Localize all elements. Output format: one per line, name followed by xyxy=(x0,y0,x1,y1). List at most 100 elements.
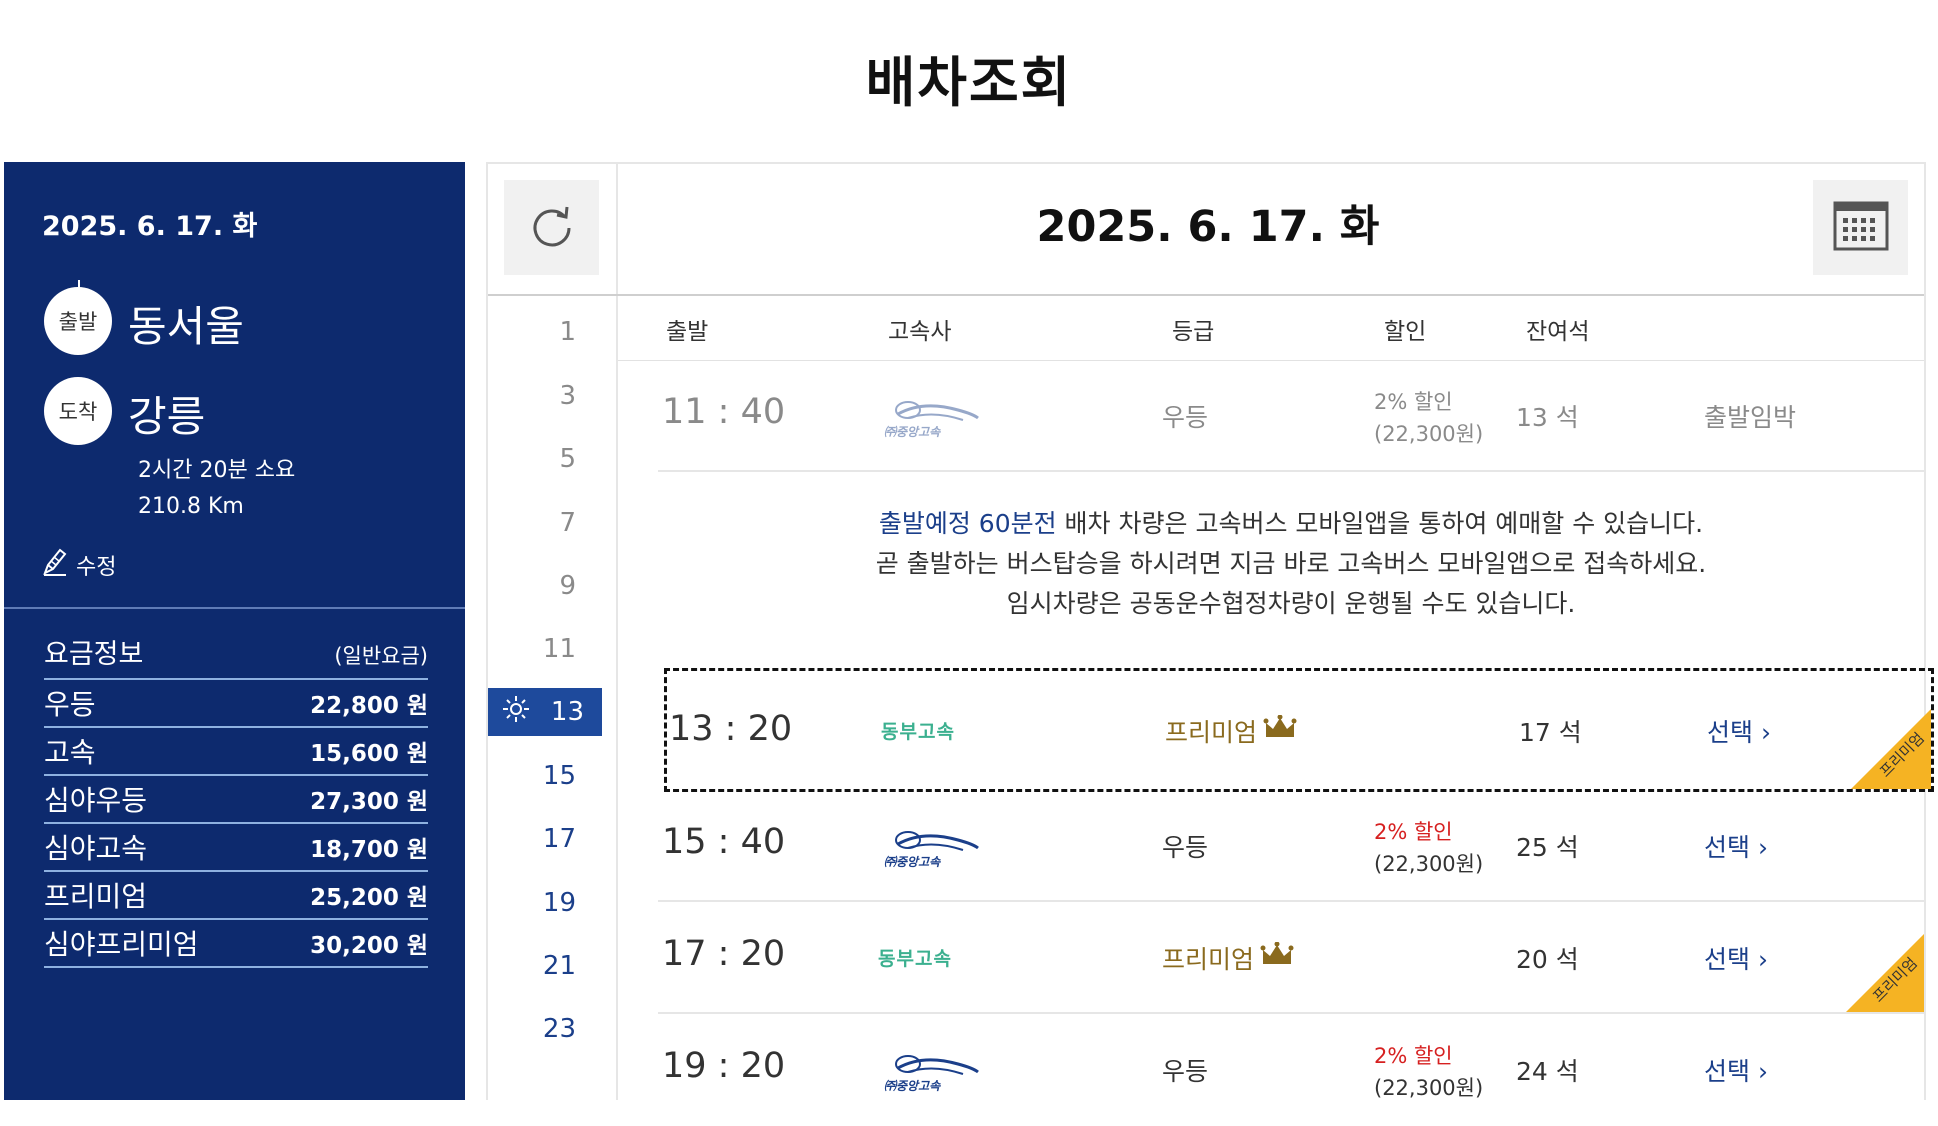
remaining-seats: 20 석 xyxy=(1516,945,1579,974)
schedule-row[interactable]: 19 : 20 ㈜중앙고속 우등 2% 할인 (22,300원) 24 석 선택… xyxy=(658,1016,1924,1126)
hour-item[interactable]: 23 xyxy=(488,1005,602,1053)
select-label: 선택 xyxy=(1704,945,1751,974)
hour-item[interactable]: 9 xyxy=(488,562,602,610)
hour-item[interactable]: 1 xyxy=(488,308,602,356)
schedule-row[interactable]: 17 : 20 동부고속 프리미엄 20 석 선택 › 프리미엄 xyxy=(658,904,1924,1014)
chevron-right-icon: › xyxy=(1760,718,1771,747)
route-summary-panel: 2025. 6. 17. 화 출발 동서울 도착 강릉 2시간 20분 소요 2… xyxy=(4,162,465,1100)
row-divider xyxy=(658,900,1924,902)
remaining-seats: 17 석 xyxy=(1519,718,1582,747)
fare-name: 심야프리미엄 xyxy=(44,928,199,961)
discount-percent: 2% 할인 xyxy=(1374,1044,1453,1068)
company-logo-dongbu: 동부고속 xyxy=(881,717,955,744)
hour-item[interactable]: 19 xyxy=(488,879,602,927)
company-logo-jungang: ㈜중앙고속 xyxy=(878,826,990,876)
fare-name: 심야고속 xyxy=(44,832,148,865)
fare-title: 요금정보 xyxy=(44,639,144,670)
column-grade: 등급 xyxy=(1172,319,1215,345)
hour-item[interactable]: 11 xyxy=(488,625,602,673)
fare-price: 27,300 원 xyxy=(310,789,428,815)
hour-item[interactable]: 15 xyxy=(488,752,602,800)
svg-text:㈜중앙고속: ㈜중앙고속 xyxy=(884,855,941,869)
fare-name: 우등 xyxy=(44,688,96,721)
column-company: 고속사 xyxy=(888,319,952,345)
fare-row: 우등 22,800 원 xyxy=(44,678,428,726)
fare-subtitle: (일반요금) xyxy=(334,644,428,668)
schedule-row-focused[interactable]: 13 : 20 동부고속 프리미엄 17 석 선택 › 프리미엄 xyxy=(664,668,1934,792)
calendar-button[interactable] xyxy=(1813,180,1908,275)
notice-highlight: 출발예정 60분전 xyxy=(878,509,1057,538)
discount-amount: (22,300원) xyxy=(1374,852,1484,876)
departure-time: 17 : 20 xyxy=(662,934,786,974)
departure-time: 13 : 20 xyxy=(669,709,793,749)
departure-time: 11 : 40 xyxy=(662,392,786,432)
trip-distance: 210.8 Km xyxy=(138,494,244,519)
calendar-icon xyxy=(1833,201,1889,255)
discount-info: 2% 할인 (22,300원) xyxy=(1374,816,1483,880)
hour-item[interactable]: 7 xyxy=(488,499,602,547)
panel-divider xyxy=(4,607,465,609)
select-label: 선택 xyxy=(1704,1057,1751,1086)
edit-route-button[interactable]: 수정 xyxy=(42,547,116,583)
refresh-button[interactable] xyxy=(504,180,599,275)
fare-name: 프리미엄 xyxy=(44,880,148,913)
premium-ribbon: 프리미엄 xyxy=(1844,934,1924,1014)
edit-label: 수정 xyxy=(76,555,117,580)
fare-name: 심야우등 xyxy=(44,784,148,817)
select-button[interactable]: 선택 › xyxy=(1704,940,1768,976)
hour-label: 13 xyxy=(550,697,584,727)
fare-header: 요금정보 (일반요금) xyxy=(44,632,428,671)
schedule-row: 11 : 40 ㈜중앙고속 우등 2% 할인 (22,300원) 13 석 출발… xyxy=(658,362,1924,472)
departure-time: 15 : 40 xyxy=(662,822,786,862)
column-departure: 출발 xyxy=(666,319,709,345)
edit-icon xyxy=(42,547,68,583)
hour-item[interactable]: 21 xyxy=(488,942,602,990)
grade-label: 프리미엄 xyxy=(1165,718,1258,747)
hour-item-selected[interactable]: 13 xyxy=(488,688,602,736)
schedule-row[interactable]: 15 : 40 ㈜중앙고속 우등 2% 할인 (22,300원) 25 석 선택… xyxy=(658,792,1924,902)
fare-row: 고속 15,600 원 xyxy=(44,726,428,774)
fare-price: 18,700 원 xyxy=(310,837,428,863)
hour-item[interactable]: 17 xyxy=(488,815,602,863)
schedule-date: 2025. 6. 17. 화 xyxy=(1036,202,1380,252)
fare-table: 우등 22,800 원 고속 15,600 원 심야우등 27,300 원 심야고속 1… xyxy=(44,678,428,968)
bus-grade: 우등 xyxy=(1162,1057,1209,1086)
departure-imminent-status: 출발임박 xyxy=(1704,403,1797,432)
fare-price: 25,200 원 xyxy=(310,885,428,911)
discount-amount: (22,300원) xyxy=(1374,1076,1484,1100)
fare-row: 프리미엄 25,200 원 xyxy=(44,870,428,918)
trip-duration: 2시간 20분 소요 xyxy=(138,458,296,483)
row-divider xyxy=(658,470,1924,472)
hour-item[interactable]: 3 xyxy=(488,372,602,420)
summary-date: 2025. 6. 17. 화 xyxy=(42,211,258,242)
column-header-divider xyxy=(618,360,1924,361)
notice-line-1-rest: 배차 차량은 고속버스 모바일앱을 통하여 예매할 수 있습니다. xyxy=(1056,509,1704,538)
discount-amount: (22,300원) xyxy=(1374,422,1484,446)
bus-grade: 프리미엄 xyxy=(1162,940,1294,976)
select-button[interactable]: 선택 › xyxy=(1704,828,1768,864)
select-label: 선택 xyxy=(1707,718,1754,747)
company-name: 동부고속 xyxy=(881,721,955,743)
company-logo-dongbu: 동부고속 xyxy=(878,944,952,971)
fare-name: 고속 xyxy=(44,736,96,769)
company-logo-jungang: ㈜중앙고속 xyxy=(878,396,990,446)
notice-line-1: 출발예정 60분전 배차 차량은 고속버스 모바일앱을 통하여 예매할 수 있습… xyxy=(658,504,1924,544)
discount-percent: 2% 할인 xyxy=(1374,820,1453,844)
fare-price: 30,200 원 xyxy=(310,933,428,959)
column-seats: 잔여석 xyxy=(1526,319,1590,345)
departure-time: 19 : 20 xyxy=(662,1046,786,1086)
company-name: 동부고속 xyxy=(878,948,952,970)
select-button[interactable]: 선택 › xyxy=(1707,713,1771,749)
select-button[interactable]: 선택 › xyxy=(1704,1052,1768,1088)
chevron-right-icon: › xyxy=(1757,833,1768,862)
discount-percent: 2% 할인 xyxy=(1374,390,1453,414)
sun-icon xyxy=(502,695,530,730)
page-title: 배차조회 xyxy=(865,51,1073,114)
chevron-right-icon: › xyxy=(1757,1057,1768,1086)
schedule-panel: 2025. 6. 17. 화 1 3 5 7 9 11 13 15 17 19 … xyxy=(486,162,1934,1100)
select-label: 선택 xyxy=(1704,833,1751,862)
hour-item[interactable]: 5 xyxy=(488,435,602,483)
discount-info: 2% 할인 (22,300원) xyxy=(1374,386,1483,450)
premium-ribbon: 프리미엄 xyxy=(1851,709,1931,789)
notice-line-3: 임시차량은 공동운수협정차량이 운행될 수도 있습니다. xyxy=(1006,589,1576,618)
